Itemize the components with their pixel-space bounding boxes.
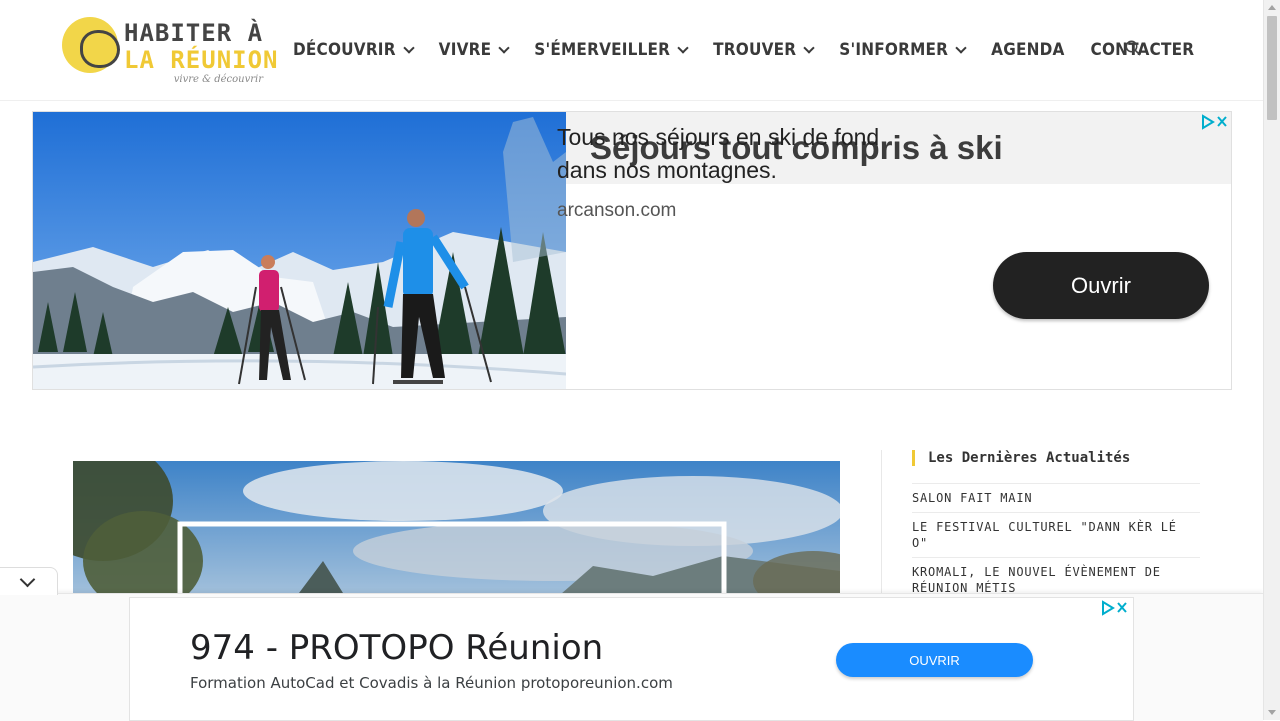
logo-tagline: vivre & découvrir xyxy=(173,74,263,85)
ad-bottom-description[interactable]: Formation AutoCad et Covadis à la Réunio… xyxy=(190,674,673,692)
adchoices-icon[interactable] xyxy=(1101,600,1129,616)
adchoices-icon[interactable] xyxy=(1201,114,1229,130)
nav-decouvrir[interactable]: DÉCOUVRIR xyxy=(293,40,415,60)
nav-label: DÉCOUVRIR xyxy=(293,40,396,60)
nav-label: S'ÉMERVEILLER xyxy=(534,40,671,60)
nav-label: VIVRE xyxy=(438,40,492,60)
anchor-ad-bar: 974 - PROTOPO Réunion Formation AutoCad … xyxy=(0,593,1263,721)
nav-contacter[interactable]: CONTACTER xyxy=(1091,40,1195,60)
search-icon[interactable] xyxy=(1125,40,1141,56)
ad-domain[interactable]: arcanson.com xyxy=(557,200,676,222)
ad-bottom-title[interactable]: 974 - PROTOPO Réunion xyxy=(190,628,603,668)
ad-description[interactable]: Tous nos séjours en ski de fond dans nos… xyxy=(557,121,917,187)
widget-title: Les Dernières Actualités xyxy=(912,450,1130,466)
scrollbar[interactable] xyxy=(1263,0,1280,720)
nav-label: TROUVER xyxy=(713,40,797,60)
nav-label: AGENDA xyxy=(991,40,1065,60)
chevron-down-icon xyxy=(677,42,689,54)
scroll-up-arrow-icon[interactable] xyxy=(1268,5,1276,10)
site-logo[interactable]: HABITER À LA RÉUNION vivre & découvrir xyxy=(62,14,278,88)
ad-banner-bottom[interactable]: 974 - PROTOPO Réunion Formation AutoCad … xyxy=(129,597,1134,721)
ad-open-button[interactable]: Ouvrir xyxy=(993,252,1209,319)
nav-informer[interactable]: S'INFORMER xyxy=(839,40,967,60)
logo-island-outline xyxy=(80,30,120,68)
nav-label: CONTACTER xyxy=(1090,40,1195,60)
nav-label: S'INFORMER xyxy=(839,40,949,60)
nav-vivre[interactable]: VIVRE xyxy=(438,40,510,60)
chevron-down-icon xyxy=(498,42,510,54)
chevron-down-icon xyxy=(955,42,967,54)
ad-ski-photo[interactable] xyxy=(33,112,566,389)
ad-bottom-open-button[interactable]: OUVRIR xyxy=(836,643,1033,677)
chevron-down-icon xyxy=(19,571,36,588)
scroll-down-arrow-icon[interactable] xyxy=(1268,710,1276,715)
nav-trouver[interactable]: TROUVER xyxy=(713,40,815,60)
nav-emerveiller[interactable]: S'ÉMERVEILLER xyxy=(534,40,689,60)
list-item[interactable]: LE FESTIVAL CULTUREL "DANN KÈR LÉ O" xyxy=(912,512,1200,557)
collapse-ad-toggle[interactable] xyxy=(0,567,58,595)
article-featured-image[interactable] xyxy=(73,461,840,601)
site-header: HABITER À LA RÉUNION vivre & découvrir D… xyxy=(0,0,1263,101)
list-item[interactable]: SALON FAIT MAIN xyxy=(912,483,1200,512)
logo-text-line2: LA RÉUNION xyxy=(124,46,279,74)
nav-agenda[interactable]: AGENDA xyxy=(991,40,1064,60)
recent-posts-list: SALON FAIT MAIN LE FESTIVAL CULTUREL "DA… xyxy=(912,483,1200,602)
sidebar-divider xyxy=(881,450,882,600)
chevron-down-icon xyxy=(403,42,415,54)
scroll-thumb[interactable] xyxy=(1267,16,1277,120)
logo-text-line1: HABITER À xyxy=(124,19,264,47)
chevron-down-icon xyxy=(803,42,815,54)
main-nav: DÉCOUVRIR VIVRE S'ÉMERVEILLER TROUVER S'… xyxy=(293,36,1220,64)
